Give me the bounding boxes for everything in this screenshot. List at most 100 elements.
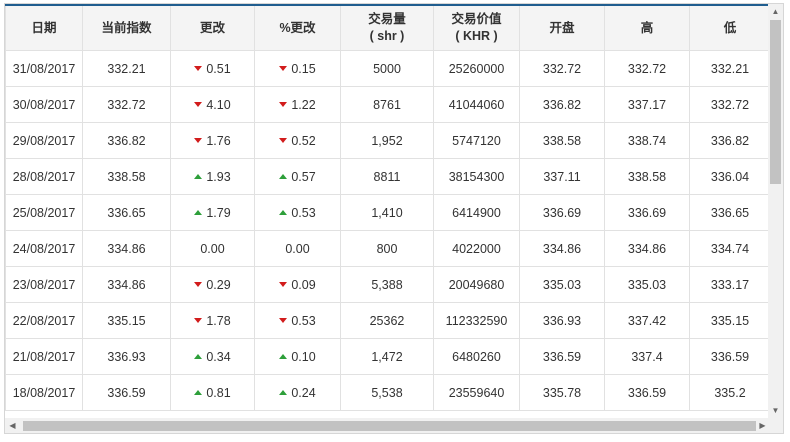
down-arrow-icon <box>279 65 288 71</box>
value-cell-value: 20049680 <box>448 277 505 292</box>
scrollbar-corner <box>768 418 783 433</box>
scroll-left-icon[interactable]: ◀ <box>5 418 20 433</box>
index-history-table: 日期 当前指数 更改 %更改 交易量( shr ) 交易价值( KHR ) 开盘… <box>5 4 771 411</box>
high-cell-value: 337.4 <box>631 349 663 364</box>
pct-change-cell: 0.24 <box>254 374 341 411</box>
col-header-pct-change[interactable]: %更改 <box>254 4 341 51</box>
down-arrow-icon <box>279 317 288 323</box>
pct-change-cell: 0.15 <box>254 50 341 87</box>
index-cell: 336.65 <box>82 194 171 231</box>
table-row: 28/08/2017 338.58 1.93 0.57 8811 38154300 337.… <box>5 158 771 195</box>
open-cell: 337.11 <box>519 158 605 195</box>
value-cell: 25260000 <box>433 50 520 87</box>
vertical-scrollbar[interactable]: ▲ ▼ <box>768 4 783 418</box>
pct-change-cell-value: 0.53 <box>291 313 316 328</box>
volume-cell-value: 25362 <box>369 313 405 328</box>
date-cell-value: 28/08/2017 <box>12 169 76 184</box>
volume-cell: 8761 <box>340 86 434 123</box>
value-cell-value: 38154300 <box>448 169 505 184</box>
pct-change-cell: 0.52 <box>254 122 341 159</box>
value-cell-value: 4022000 <box>452 241 501 256</box>
index-cell: 336.82 <box>82 122 171 159</box>
change-cell: 0.29 <box>170 266 255 303</box>
col-header-value[interactable]: 交易价值( KHR ) <box>433 4 520 51</box>
open-cell-value: 337.11 <box>543 169 581 184</box>
volume-cell: 5,538 <box>340 374 434 411</box>
pct-change-cell-value: 0.00 <box>285 241 310 256</box>
col-header-volume[interactable]: 交易量( shr ) <box>340 4 434 51</box>
table-row: 31/08/2017 332.21 0.51 0.15 5000 25260000 332.… <box>5 50 771 87</box>
volume-cell-value: 1,472 <box>371 349 403 364</box>
volume-cell: 1,472 <box>340 338 434 375</box>
horizontal-scroll-thumb[interactable] <box>23 421 756 431</box>
scroll-down-icon[interactable]: ▼ <box>768 403 783 418</box>
scroll-up-icon[interactable]: ▲ <box>768 4 783 19</box>
pct-change-cell: 0.09 <box>254 266 341 303</box>
col-header-open[interactable]: 开盘 <box>519 4 605 51</box>
index-history-panel: 日期 当前指数 更改 %更改 交易量( shr ) 交易价值( KHR ) 开盘… <box>4 3 784 434</box>
low-cell-value: 334.74 <box>710 241 750 256</box>
pct-change-cell: 0.57 <box>254 158 341 195</box>
index-cell: 334.86 <box>82 266 171 303</box>
date-cell: 23/08/2017 <box>5 266 83 303</box>
col-header-high[interactable]: 高 <box>604 4 690 51</box>
up-arrow-icon <box>279 209 288 215</box>
pct-change-cell-value: 0.52 <box>291 133 316 148</box>
change-cell: 0.81 <box>170 374 255 411</box>
col-header-low[interactable]: 低 <box>689 4 771 51</box>
col-header-date[interactable]: 日期 <box>5 4 83 51</box>
high-cell: 332.72 <box>604 50 690 87</box>
low-cell: 336.59 <box>689 338 771 375</box>
open-cell-value: 332.72 <box>542 61 582 76</box>
pct-change-cell-value: 0.09 <box>291 277 316 292</box>
volume-cell: 1,952 <box>340 122 434 159</box>
pct-change-cell: 0.10 <box>254 338 341 375</box>
value-cell: 41044060 <box>433 86 520 123</box>
volume-cell-value: 8761 <box>373 97 401 112</box>
volume-cell-value: 1,410 <box>371 205 403 220</box>
index-cell-value: 334.86 <box>107 241 146 256</box>
horizontal-scrollbar[interactable]: ◀ ▶ <box>5 418 770 433</box>
col-header-change[interactable]: 更改 <box>170 4 255 51</box>
down-arrow-icon <box>194 101 203 107</box>
volume-cell-value: 8811 <box>373 169 401 184</box>
high-cell-value: 332.72 <box>627 61 667 76</box>
vertical-scroll-thumb[interactable] <box>770 20 781 184</box>
change-cell-value: 0.51 <box>206 61 231 76</box>
open-cell-value: 334.86 <box>542 241 582 256</box>
low-cell: 334.74 <box>689 230 771 267</box>
high-cell-value: 338.74 <box>627 133 667 148</box>
index-cell-value: 335.15 <box>107 313 146 328</box>
pct-change-cell-value: 0.24 <box>291 385 316 400</box>
index-cell-value: 336.59 <box>107 385 146 400</box>
pct-change-cell-value: 0.57 <box>291 169 316 184</box>
index-cell: 332.72 <box>82 86 171 123</box>
col-header-index[interactable]: 当前指数 <box>82 4 171 51</box>
value-cell: 112332590 <box>433 302 520 339</box>
up-arrow-icon <box>279 353 288 359</box>
value-cell: 5747120 <box>433 122 520 159</box>
open-cell-value: 338.58 <box>542 133 582 148</box>
change-cell-value: 1.76 <box>206 133 231 148</box>
index-cell: 336.59 <box>82 374 171 411</box>
open-cell: 336.69 <box>519 194 605 231</box>
pct-change-cell: 0.00 <box>254 230 341 267</box>
up-arrow-icon <box>279 173 288 179</box>
date-cell: 22/08/2017 <box>5 302 83 339</box>
volume-cell-value: 5,538 <box>371 385 403 400</box>
down-arrow-icon <box>194 65 203 71</box>
volume-cell: 800 <box>340 230 434 267</box>
open-cell-value: 335.03 <box>542 277 582 292</box>
high-cell: 336.69 <box>604 194 690 231</box>
table-row: 21/08/2017 336.93 0.34 0.10 1,472 6480260 336.… <box>5 338 771 375</box>
volume-cell-value: 1,952 <box>371 133 403 148</box>
date-cell-value: 29/08/2017 <box>12 133 76 148</box>
pct-change-cell-value: 0.10 <box>291 349 316 364</box>
down-arrow-icon <box>279 281 288 287</box>
date-cell: 30/08/2017 <box>5 86 83 123</box>
down-arrow-icon <box>194 137 203 143</box>
high-cell-value: 337.42 <box>627 313 667 328</box>
high-cell-value: 338.58 <box>627 169 667 184</box>
value-cell-value: 41044060 <box>448 97 505 112</box>
change-cell-value: 0.81 <box>206 385 231 400</box>
